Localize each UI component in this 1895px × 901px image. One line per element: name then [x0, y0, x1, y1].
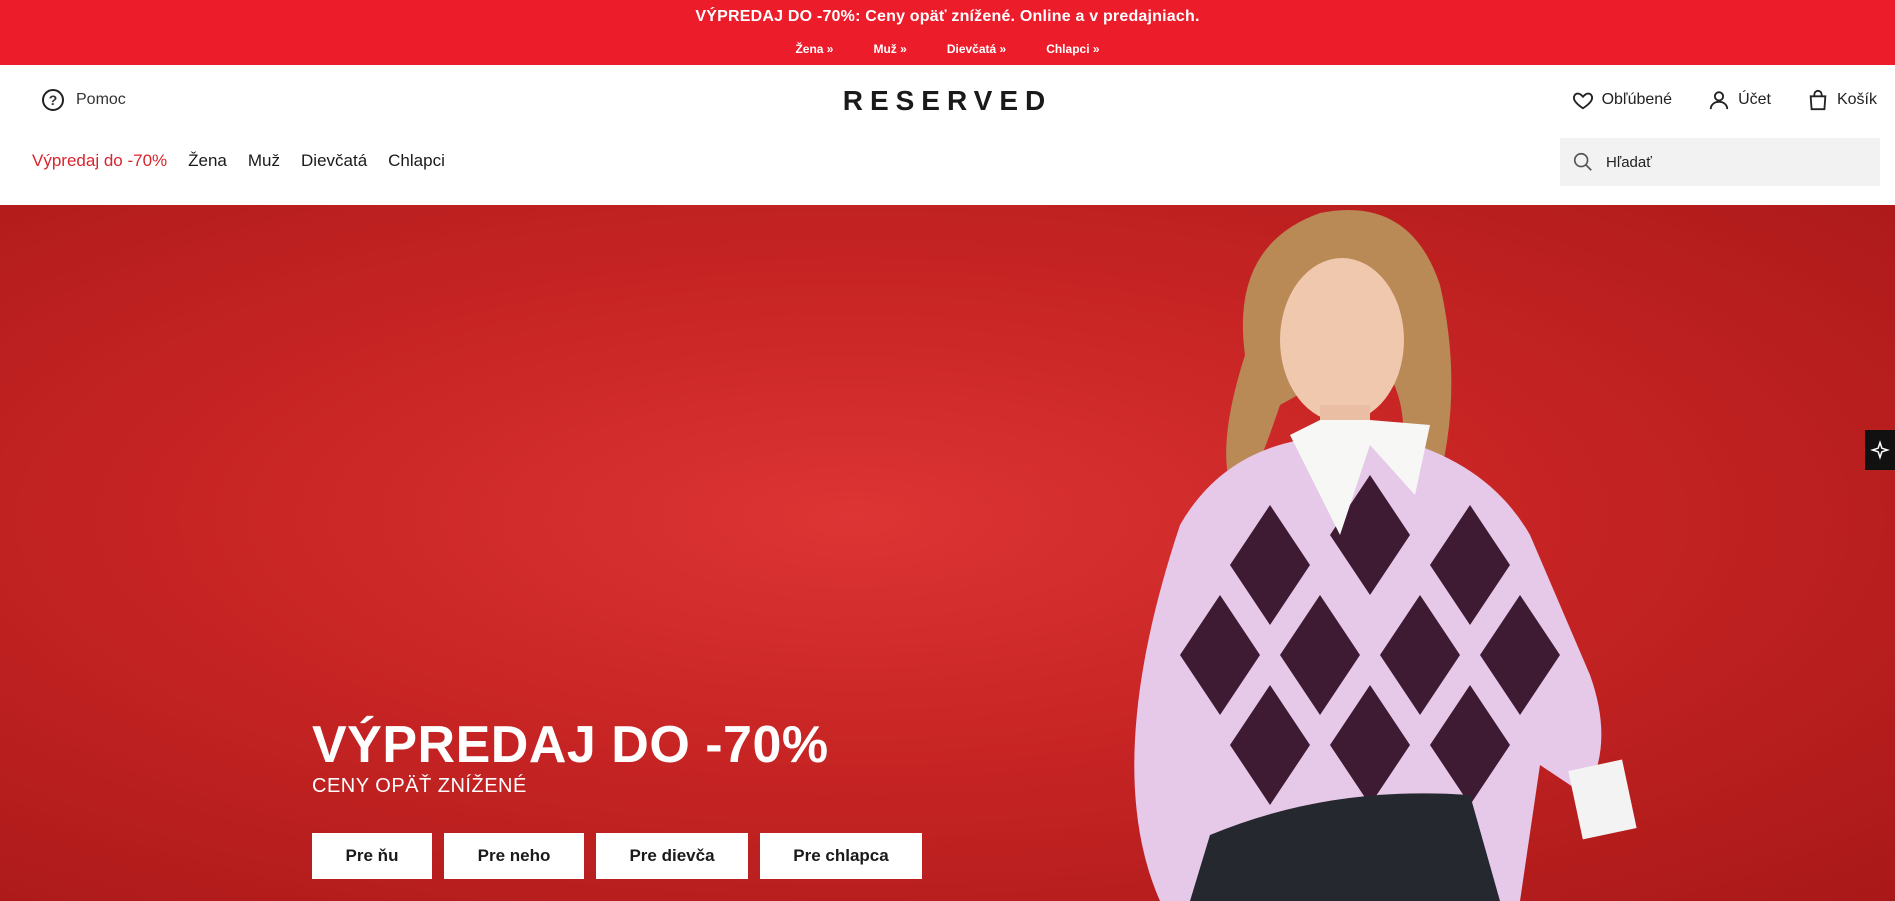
for-boy-button[interactable]: Pre chlapca: [760, 833, 922, 879]
heart-icon: [1572, 92, 1593, 110]
search-icon: [1573, 152, 1592, 171]
for-her-button[interactable]: Pre ňu: [312, 833, 432, 879]
search-input[interactable]: [1606, 153, 1866, 171]
side-widget-button[interactable]: [1865, 430, 1895, 470]
hero-buttons: Pre ňu Pre neho Pre dievča Pre chlapca: [312, 833, 922, 879]
user-actions: Obľúbené Účet Košík: [1572, 89, 1877, 111]
promo-message: VÝPREDAJ DO -70%: Ceny opäť znížené. Onl…: [695, 8, 1200, 25]
promo-bar: VÝPREDAJ DO -70%: Ceny opäť znížené. Onl…: [0, 0, 1895, 65]
site-header: ? Pomoc RESERVED Obľúbené Účet Košík Výp…: [0, 65, 1895, 205]
search-box[interactable]: [1560, 138, 1880, 186]
hero-title: VÝPREDAJ DO -70%: [312, 716, 829, 774]
user-icon: [1709, 91, 1729, 110]
favorites-label: Obľúbené: [1601, 91, 1673, 108]
nav-item-chlapci[interactable]: Chlapci: [388, 151, 445, 171]
favorites-link[interactable]: Obľúbené: [1572, 89, 1673, 111]
for-girl-button[interactable]: Pre dievča: [596, 833, 748, 879]
promo-link-muz[interactable]: Muž »: [873, 42, 906, 56]
promo-links: Žena » Muž » Dievčatá » Chlapci »: [0, 42, 1895, 56]
promo-link-zena[interactable]: Žena »: [795, 42, 833, 56]
account-link[interactable]: Účet: [1708, 89, 1771, 111]
nav-item-dievcata[interactable]: Dievčatá: [301, 151, 367, 171]
nav-item-muz[interactable]: Muž: [248, 151, 280, 171]
nav-item-zena[interactable]: Žena: [188, 151, 227, 171]
sparkle-icon: [1870, 440, 1890, 460]
hero-subtitle: CENY OPÄŤ ZNÍŽENÉ: [312, 775, 527, 797]
hero-model-image: [1134, 210, 1637, 901]
cart-link[interactable]: Košík: [1807, 89, 1877, 111]
hero-banner: VÝPREDAJ DO -70% CENY OPÄŤ ZNÍŽENÉ Pre ň…: [0, 205, 1895, 901]
cart-label: Košík: [1836, 91, 1877, 108]
promo-link-chlapci[interactable]: Chlapci »: [1046, 42, 1099, 56]
main-nav: Výpredaj do -70% Žena Muž Dievčatá Chlap…: [32, 151, 445, 171]
for-him-button[interactable]: Pre neho: [444, 833, 584, 879]
account-label: Účet: [1738, 91, 1771, 108]
shopping-bag-icon: [1809, 89, 1827, 111]
nav-item-sale[interactable]: Výpredaj do -70%: [32, 151, 167, 171]
logo-link[interactable]: RESERVED: [843, 85, 1053, 116]
promo-link-dievcata[interactable]: Dievčatá »: [947, 42, 1006, 56]
